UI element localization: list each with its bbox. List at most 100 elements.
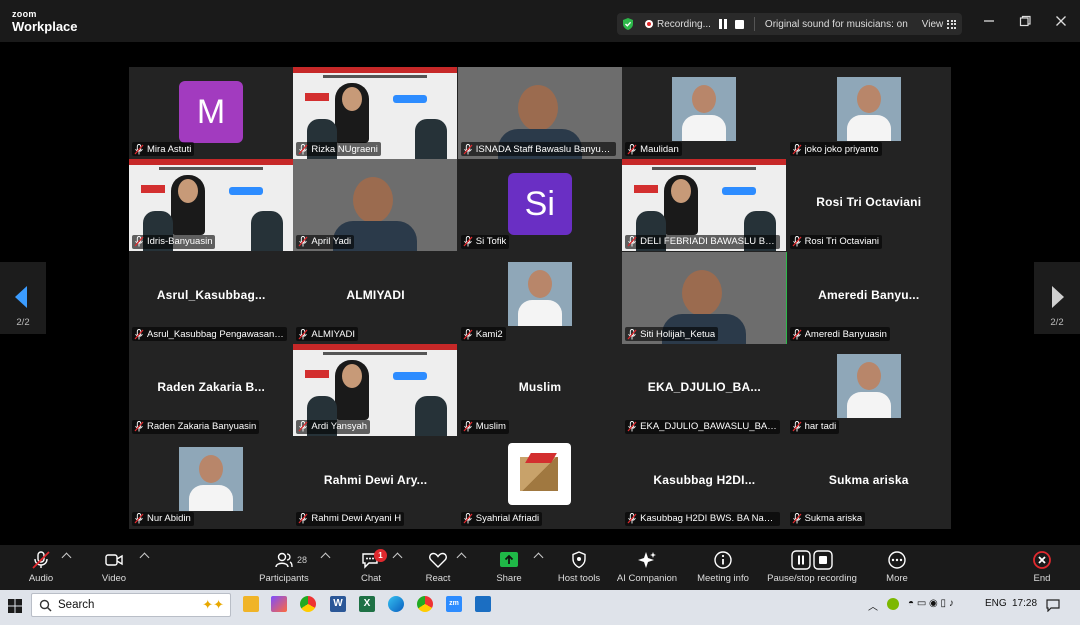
camera-icon: [105, 554, 123, 566]
tray-chevron-icon[interactable]: ︿: [868, 598, 878, 613]
participant-tile[interactable]: Muslim Muslim: [457, 344, 623, 437]
minimize-icon[interactable]: [982, 14, 996, 28]
participant-tile[interactable]: Kami2: [457, 251, 623, 345]
participants-options-caret-icon[interactable]: [320, 552, 331, 563]
participant-tile[interactable]: Si Si Tofik: [457, 159, 623, 252]
tray-icons[interactable]: ◓ ▭ ◉ ▯ ♪: [908, 598, 954, 609]
participant-tile[interactable]: Rahmi Dewi Ary... Rahmi Dewi Aryani H: [293, 436, 458, 529]
audio-button[interactable]: Audio: [25, 550, 57, 584]
audio-options-caret-icon[interactable]: [61, 552, 72, 563]
search-placeholder: Search: [58, 599, 95, 611]
muted-mic-icon: [627, 513, 637, 524]
participant-tile[interactable]: Kasubbag H2DI... Kasubbag H2DI BWS. BA Na…: [622, 436, 787, 529]
pause-stop-label: Pause/stop recording: [767, 573, 857, 584]
participant-tile[interactable]: ALMIYADI ALMIYADI: [293, 251, 458, 345]
video-options-caret-icon[interactable]: [139, 552, 150, 563]
participant-name: Mira Astuti: [147, 143, 192, 155]
more-button[interactable]: More: [882, 550, 912, 584]
notification-icon[interactable]: [1046, 599, 1060, 612]
participant-tile[interactable]: ISNADA Staff Bawaslu Banyua...: [457, 67, 623, 160]
next-page-button[interactable]: 2/2: [1034, 262, 1080, 334]
participant-tile[interactable]: joko joko priyanto: [786, 67, 951, 160]
participant-name-label: Raden Zakaria Banyuasin: [132, 419, 260, 434]
page-indicator-left: 2/2: [16, 317, 30, 328]
chat-options-caret-icon[interactable]: [392, 552, 403, 563]
participant-tile[interactable]: Idris-Banyuasin: [129, 159, 294, 252]
participant-tile[interactable]: EKA_DJULIO_BA... EKA_DJULIO_BAWASLU_BANY.…: [622, 344, 787, 437]
share-options-caret-icon[interactable]: [533, 552, 544, 563]
react-button[interactable]: React: [422, 550, 454, 584]
end-meeting-button[interactable]: End: [1028, 550, 1056, 584]
title-bar: zoom Workplace Recording... Original sou…: [0, 0, 1080, 42]
logo-line1: zoom: [12, 9, 37, 19]
video-gallery: M Mira Astuti Rizka NUgraeni ISNADA Staff B…: [129, 67, 951, 529]
clock[interactable]: 17:28: [1012, 598, 1037, 609]
muted-mic-icon: [298, 236, 308, 247]
participant-tile[interactable]: Sukma ariska Sukma ariska: [786, 436, 951, 529]
close-icon[interactable]: [1054, 14, 1068, 28]
view-label: View: [921, 18, 944, 30]
participant-display-name: Muslim: [518, 380, 562, 395]
participant-name-label: EKA_DJULIO_BAWASLU_BANY...: [625, 419, 781, 434]
pause-stop-recording-button[interactable]: Pause/stop recording: [766, 550, 858, 584]
original-sound-toggle[interactable]: Original sound for musicians: on: [765, 19, 908, 30]
meeting-toolbar: Audio Video Participants 28 Chat 1 React…: [0, 545, 1080, 590]
participant-name-label: Nur Abidin: [132, 511, 194, 526]
ai-companion-label: AI Companion: [616, 573, 678, 584]
meeting-info-button[interactable]: Meeting info: [694, 550, 752, 584]
participant-tile[interactable]: Rosi Tri Octaviani Rosi Tri Octaviani: [786, 159, 951, 252]
chrome-icon-2[interactable]: [417, 596, 433, 612]
stop-recording-icon[interactable]: [734, 19, 744, 29]
participant-tile[interactable]: Siti Holijah_Ketua: [622, 251, 787, 345]
photos-app-icon[interactable]: [475, 596, 491, 612]
participant-name: Sukma ariska: [804, 513, 863, 525]
participant-tile[interactable]: Raden Zakaria B... Raden Zakaria Banyuasi…: [129, 344, 294, 437]
zoom-app-icon[interactable]: zm: [446, 596, 462, 612]
file-explorer-icon[interactable]: [243, 596, 259, 612]
excel-icon[interactable]: X: [359, 596, 375, 612]
recording-dot-icon: [645, 20, 653, 28]
participant-display-name: ALMIYADI: [346, 287, 405, 302]
language-indicator[interactable]: ENG: [985, 598, 1007, 609]
windows-start-icon[interactable]: [8, 599, 22, 613]
taskbar-search[interactable]: Search ✦✦: [31, 593, 231, 617]
participant-video: [836, 354, 901, 419]
edge-icon[interactable]: [388, 596, 404, 612]
participant-display-name: Raden Zakaria B...: [157, 380, 266, 395]
participant-video: [836, 77, 901, 141]
participant-tile[interactable]: Nur Abidin: [129, 436, 294, 529]
participant-tile[interactable]: har tadi: [786, 344, 951, 437]
participant-video: [179, 446, 243, 511]
ai-companion-button[interactable]: AI Companion: [614, 550, 680, 584]
tray-app-icon[interactable]: [887, 598, 899, 610]
muted-mic-icon: [463, 328, 473, 340]
copilot-icon[interactable]: [271, 596, 287, 612]
participant-name-label: Muslim: [460, 419, 509, 434]
participant-tile[interactable]: M Mira Astuti: [129, 67, 294, 160]
participant-tile[interactable]: DELI FEBRIADI BAWASLU BAN...: [622, 159, 787, 252]
participant-name: Rosi Tri Octaviani: [804, 236, 879, 248]
react-options-caret-icon[interactable]: [456, 552, 467, 563]
participant-tile[interactable]: Asrul_Kasubbag... Asrul_Kasubbag Pengawas…: [129, 251, 294, 345]
muted-mic-icon: [134, 328, 144, 340]
participant-tile[interactable]: Rizka NUgraeni: [293, 67, 458, 160]
participant-tile[interactable]: Maulidan: [622, 67, 787, 160]
participant-name-label: Sukma ariska: [789, 511, 866, 526]
participant-tile[interactable]: Ameredi Banyu... Ameredi Banyuasin: [786, 251, 951, 345]
participant-tile[interactable]: Ardi Yansyah: [293, 344, 458, 437]
pause-recording-icon[interactable]: [718, 19, 727, 29]
share-button[interactable]: Share: [494, 550, 524, 584]
participant-tile[interactable]: April Yadi: [293, 159, 458, 252]
participant-tile[interactable]: Syahrial Afriadi: [457, 436, 623, 529]
host-tools-button[interactable]: Host tools: [555, 550, 603, 584]
chrome-icon[interactable]: [300, 596, 316, 612]
video-button[interactable]: Video: [98, 550, 130, 584]
restore-icon[interactable]: [1018, 14, 1032, 28]
previous-page-button[interactable]: 2/2: [0, 262, 46, 334]
word-icon[interactable]: W: [330, 596, 346, 612]
view-button[interactable]: View: [922, 19, 957, 30]
participant-name: Nur Abidin: [147, 513, 191, 525]
shield-icon[interactable]: [621, 17, 635, 31]
participant-name: Asrul_Kasubbag Pengawasan ...: [147, 328, 284, 340]
muted-mic-icon: [627, 421, 637, 432]
